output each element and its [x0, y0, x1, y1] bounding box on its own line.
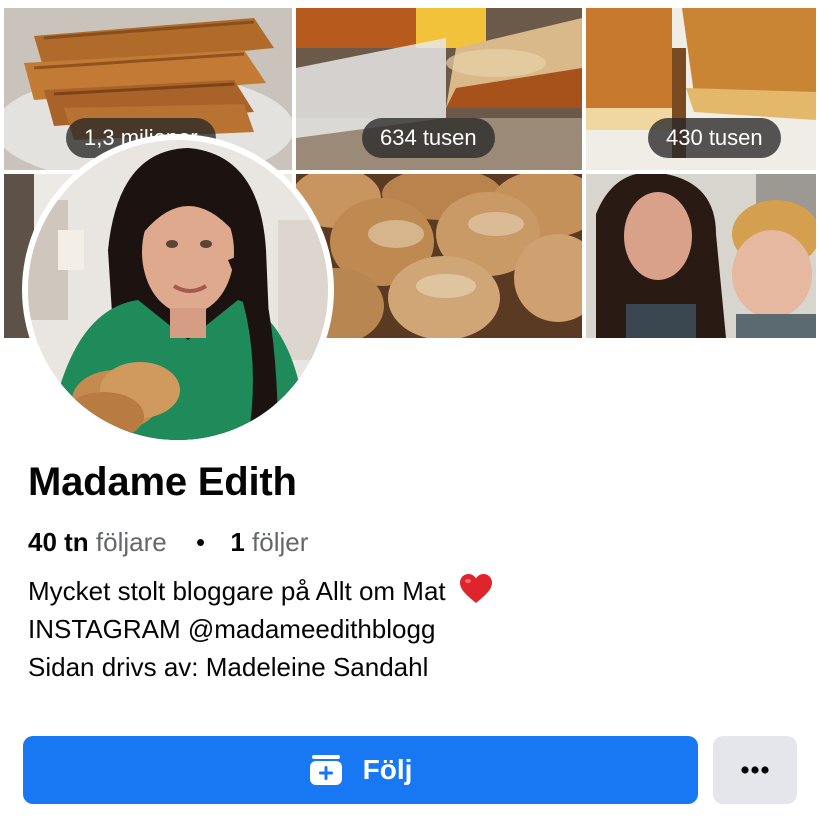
followers-count[interactable]: 40 tn [28, 527, 89, 557]
follow-button-label: Följ [362, 754, 413, 785]
follow-button[interactable]: Följ [23, 736, 698, 804]
cover-photo-6[interactable] [586, 174, 816, 338]
cover-video-thumbnail-2[interactable]: 634 tusen [296, 8, 582, 170]
cover-photo-5[interactable] [296, 174, 582, 338]
add-to-list-icon [309, 755, 342, 785]
cover-video-thumbnail-3[interactable]: 430 tusen [586, 8, 816, 170]
bio-text-1: Mycket stolt bloggare på Allt om Mat [28, 576, 446, 606]
bread-rolls-image [296, 174, 582, 338]
separator-dot: • [195, 527, 206, 557]
view-count-badge: 430 tusen [648, 118, 781, 158]
bio-line-2: INSTAGRAM @madameedithblogg [28, 614, 436, 644]
more-options-button[interactable] [713, 736, 797, 804]
following-label[interactable]: följer [252, 527, 308, 557]
bio-line-3: Sidan drivs av: Madeleine Sandahl [28, 652, 429, 682]
heart-emoji-icon [459, 574, 492, 603]
page-title: Madame Edith [28, 460, 297, 504]
following-count[interactable]: 1 [230, 527, 244, 557]
page-bio: Mycket stolt bloggare på Allt om Mat INS… [28, 572, 493, 686]
bio-line-1: Mycket stolt bloggare på Allt om Mat [28, 572, 493, 610]
view-count-badge: 634 tusen [362, 118, 495, 158]
profile-photo-image [28, 140, 328, 440]
more-dots-icon [741, 766, 769, 774]
followers-label[interactable]: följare [96, 527, 167, 557]
follow-stats[interactable]: 40 tn följare • 1 följer [28, 527, 308, 558]
profile-picture[interactable] [22, 134, 334, 446]
woman-and-child-image [586, 174, 816, 338]
